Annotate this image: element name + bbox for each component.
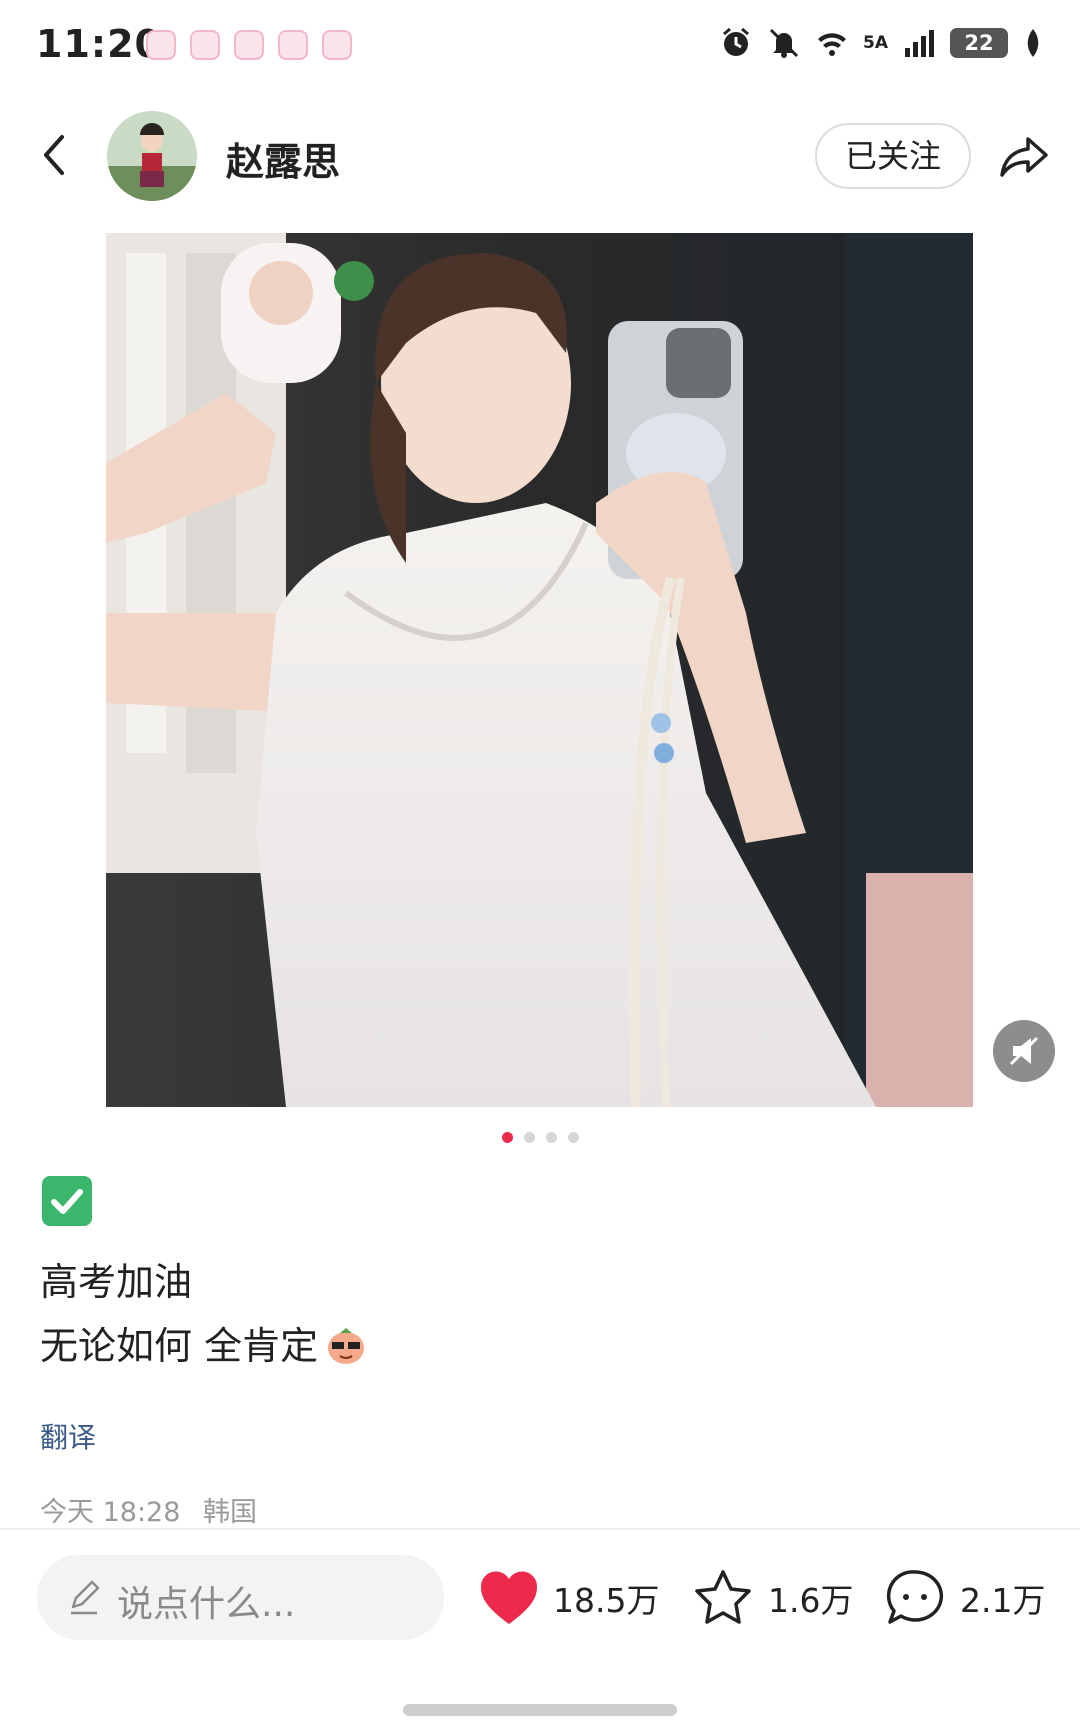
divider bbox=[0, 1528, 1080, 1530]
sticker-icon bbox=[234, 30, 264, 60]
post-line: 高考加油 bbox=[40, 1250, 368, 1314]
translate-link[interactable]: 翻译 bbox=[40, 1416, 96, 1456]
comment-placeholder: 说点什么... bbox=[117, 1584, 296, 1625]
post-text-line-2: 无论如何 全肯定 bbox=[40, 1324, 319, 1368]
favorite-count: 1.6万 bbox=[768, 1581, 854, 1620]
sticker-icon bbox=[322, 30, 352, 60]
mute-button[interactable] bbox=[993, 1020, 1055, 1082]
sticker-icon bbox=[278, 30, 308, 60]
pencil-icon bbox=[71, 1580, 100, 1615]
post-time: 今天 18:28 bbox=[40, 1497, 181, 1528]
post-text-line-1: 高考加油 bbox=[40, 1260, 193, 1304]
mute-bell-icon bbox=[769, 28, 799, 58]
heart-icon bbox=[480, 1571, 538, 1624]
status-time: 11:20 bbox=[36, 22, 162, 66]
alarm-icon bbox=[723, 27, 749, 56]
avatar[interactable] bbox=[107, 111, 197, 201]
leaf-icon bbox=[1027, 29, 1039, 57]
signal-icon bbox=[905, 30, 934, 57]
speech-bubble-icon bbox=[886, 1570, 944, 1624]
carousel-dot[interactable] bbox=[567, 1132, 579, 1143]
post-text: 高考加油 无论如何 全肯定 bbox=[40, 1250, 368, 1378]
carousel-dot[interactable] bbox=[523, 1132, 535, 1143]
check-mark-icon bbox=[42, 1176, 92, 1226]
comment-count: 2.1万 bbox=[960, 1581, 1046, 1620]
share-icon[interactable] bbox=[996, 129, 1052, 185]
back-button[interactable] bbox=[30, 127, 80, 183]
carousel-dot[interactable] bbox=[501, 1132, 513, 1143]
carousel-pager bbox=[0, 1132, 1080, 1143]
post-meta: 今天 18:28 韩国 bbox=[40, 1490, 257, 1529]
follow-button[interactable]: 已关注 bbox=[815, 123, 971, 189]
comment-input[interactable]: 说点什么... bbox=[37, 1555, 444, 1640]
battery-icon: 22 bbox=[950, 28, 1008, 58]
username[interactable]: 赵露思 bbox=[226, 131, 340, 186]
like-count: 18.5万 bbox=[553, 1581, 660, 1620]
home-indicator[interactable] bbox=[403, 1704, 677, 1716]
wifi-icon bbox=[818, 33, 846, 56]
status-icons: 5A 22 bbox=[719, 26, 1044, 60]
sticker-icon bbox=[146, 30, 176, 60]
carousel-dot[interactable] bbox=[545, 1132, 557, 1143]
comment-button[interactable]: 2.1万 bbox=[884, 1565, 1045, 1631]
sticker-icon bbox=[190, 30, 220, 60]
post-line: 无论如何 全肯定 bbox=[40, 1314, 368, 1378]
post-header: 赵露思 已关注 bbox=[0, 105, 1080, 205]
cool-emoji-icon bbox=[328, 1328, 365, 1364]
status-bar: 11:20 5A 22 bbox=[0, 0, 1080, 95]
like-button[interactable]: 18.5万 bbox=[479, 1565, 659, 1631]
favorite-button[interactable]: 1.6万 bbox=[692, 1565, 853, 1631]
post-photo[interactable] bbox=[106, 233, 973, 1107]
speaker-muted-icon bbox=[1009, 1036, 1039, 1066]
star-icon bbox=[695, 1570, 751, 1624]
status-sticker-row bbox=[146, 30, 352, 60]
post-location: 韩国 bbox=[203, 1497, 257, 1528]
network-type-label: 5A bbox=[863, 33, 888, 53]
